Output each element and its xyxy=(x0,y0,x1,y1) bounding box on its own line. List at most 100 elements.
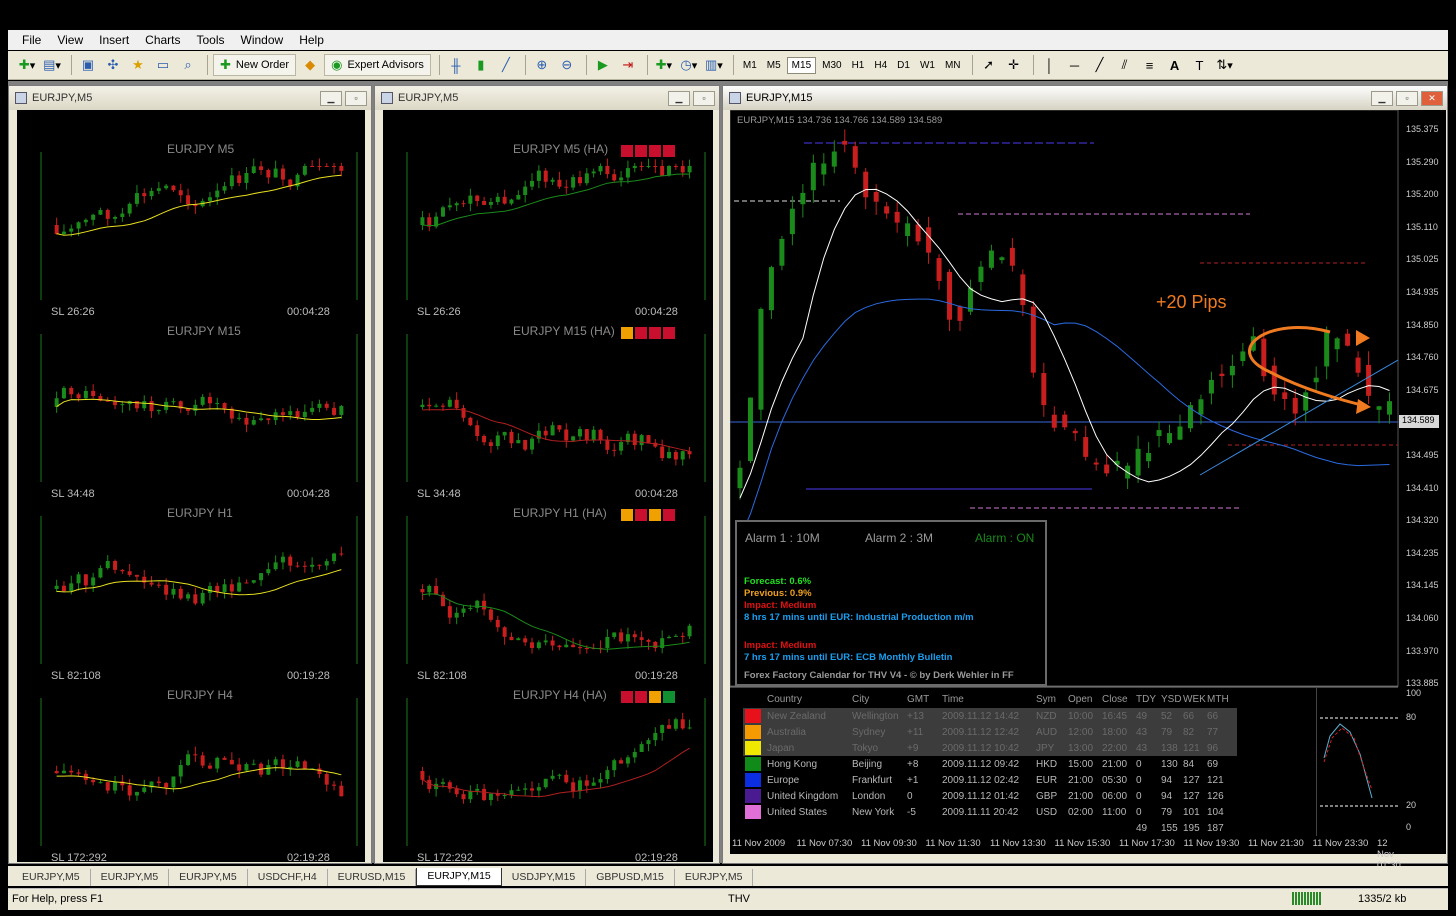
multi-timeframe-chart[interactable]: EURJPY M5 SL 26:26 00:04:28 EURJPY M15 SL 34… xyxy=(17,110,365,862)
candle xyxy=(317,403,322,408)
market-watch-icon[interactable]: ▣ xyxy=(77,54,99,76)
restore-button[interactable]: ▫ xyxy=(1396,90,1418,106)
menu-window[interactable]: Window xyxy=(233,33,292,47)
candle xyxy=(516,789,521,791)
stochastic-signal xyxy=(1323,727,1373,791)
candle xyxy=(660,446,665,459)
zoom-in-icon[interactable]: ⊕ xyxy=(531,54,553,76)
candle xyxy=(577,177,582,184)
indicators-icon[interactable]: ✚ ▾ xyxy=(653,54,675,76)
channel-icon[interactable]: ⫽ xyxy=(1114,54,1136,76)
tf-m1[interactable]: M1 xyxy=(739,58,761,73)
candle xyxy=(332,553,337,562)
autoscroll-icon[interactable]: ▶ xyxy=(592,54,614,76)
cursor-icon[interactable]: ➚ xyxy=(978,54,1000,76)
candle xyxy=(447,205,452,208)
arrows-icon[interactable]: ⇅ ▾ xyxy=(1214,54,1236,76)
terminal-icon[interactable]: ▭ xyxy=(152,54,174,76)
expert-advisors-button[interactable]: ◉ Expert Advisors xyxy=(324,54,431,76)
templates-icon[interactable]: ▥ ▾ xyxy=(703,54,725,76)
candle xyxy=(280,556,285,563)
tf-w1[interactable]: W1 xyxy=(916,58,939,73)
horizontal-line-icon[interactable]: ─ xyxy=(1064,54,1086,76)
menu-view[interactable]: View xyxy=(49,33,91,47)
candle xyxy=(957,306,963,321)
candle xyxy=(1062,414,1068,428)
chart-shift-icon[interactable]: ⇥ xyxy=(617,54,639,76)
tf-h1[interactable]: H1 xyxy=(848,58,869,73)
crosshair-icon[interactable]: ✛ xyxy=(1003,54,1025,76)
metaeditor-icon[interactable]: ◆ xyxy=(299,54,321,76)
table-cell: Tokyo xyxy=(852,743,879,754)
window-titlebar[interactable]: EURJPY,M5 ▁ ▫ xyxy=(375,86,719,110)
heiken-ashi-chart[interactable]: EURJPY M5 (HA) SL 26:26 00:04:28 EURJPY M15… xyxy=(383,110,713,862)
window-titlebar[interactable]: EURJPY,M5 ▁ ▫ xyxy=(9,86,371,110)
tf-m5[interactable]: M5 xyxy=(763,58,785,73)
vertical-line-icon[interactable]: │ xyxy=(1039,54,1061,76)
chart-tab[interactable]: USDJPY,M15 xyxy=(502,869,587,886)
candle xyxy=(646,639,651,642)
menu-file[interactable]: File xyxy=(14,33,49,47)
minimize-button[interactable]: ▁ xyxy=(1371,90,1393,106)
candle xyxy=(339,785,344,797)
candle xyxy=(482,600,487,610)
trendline-icon[interactable]: ╱ xyxy=(1089,54,1111,76)
favorites-icon[interactable]: ★ xyxy=(127,54,149,76)
chart-tab[interactable]: EURJPY,M5 xyxy=(12,869,91,886)
time-tick: 11 Nov 23:30 xyxy=(1312,838,1369,849)
candle xyxy=(193,594,198,604)
candle xyxy=(420,771,425,780)
menu-charts[interactable]: Charts xyxy=(137,33,188,47)
minimize-button[interactable]: ▁ xyxy=(668,90,690,106)
restore-button[interactable]: ▫ xyxy=(345,90,367,106)
text-icon[interactable]: A xyxy=(1164,54,1186,76)
candle xyxy=(516,440,521,444)
window-title: EURJPY,M5 xyxy=(32,92,93,104)
candle xyxy=(488,609,493,620)
tf-d1[interactable]: D1 xyxy=(893,58,914,73)
tf-mn[interactable]: MN xyxy=(941,58,965,73)
candle xyxy=(324,403,329,408)
traffic-text: 1335/2 kb xyxy=(1358,893,1407,905)
new-order-button[interactable]: ✚ New Order xyxy=(213,54,297,76)
chart-tab[interactable]: EURUSD,M15 xyxy=(328,869,417,886)
minimize-button[interactable]: ▁ xyxy=(320,90,342,106)
chart-tab[interactable]: GBPUSD,M15 xyxy=(586,869,675,886)
periods-icon[interactable]: ◷ ▾ xyxy=(678,54,700,76)
candle xyxy=(447,606,452,618)
chart-tab[interactable]: EURJPY,M5 xyxy=(169,869,248,886)
new-chart-icon[interactable]: ✚ ▾ xyxy=(16,54,38,76)
candle xyxy=(978,266,984,282)
profiles-icon[interactable]: ▤ ▾ xyxy=(41,54,63,76)
chart-tab[interactable]: EURJPY,M5 xyxy=(91,869,170,886)
table-cell: 11:00 xyxy=(1102,807,1127,818)
candle xyxy=(612,632,617,637)
menu-insert[interactable]: Insert xyxy=(91,33,137,47)
tf-m30[interactable]: M30 xyxy=(818,58,845,73)
candle xyxy=(1072,430,1078,434)
menu-tools[interactable]: Tools xyxy=(189,33,233,47)
fibonacci-icon[interactable]: ≡ xyxy=(1139,54,1161,76)
chart-window-2[interactable]: EURJPY,M5 ▁ ▫ EURJPY M5 (HA) SL 26:26 00:04… xyxy=(374,85,720,864)
tf-h4[interactable]: H4 xyxy=(870,58,891,73)
close-button[interactable]: ✕ xyxy=(1421,90,1443,106)
chart-window-1[interactable]: EURJPY,M5 ▁ ▫ EURJPY M5 SL 26:26 00:04:28 EU… xyxy=(8,85,372,864)
chart-tab[interactable]: EURJPY,M5 xyxy=(675,869,754,886)
text-label-icon[interactable]: T xyxy=(1189,54,1211,76)
menu-help[interactable]: Help xyxy=(291,33,332,47)
line-chart-icon[interactable]: ╱ xyxy=(495,54,517,76)
restore-button[interactable]: ▫ xyxy=(693,90,715,106)
tester-icon[interactable]: ⌕ xyxy=(177,54,199,76)
candle xyxy=(1303,392,1309,411)
tf-m15[interactable]: M15 xyxy=(786,56,817,74)
chart-tab[interactable]: EURJPY,M15 xyxy=(416,868,502,886)
navigator-icon[interactable]: ✣ xyxy=(102,54,124,76)
zoom-out-icon[interactable]: ⊖ xyxy=(556,54,578,76)
candle xyxy=(667,452,672,459)
candle xyxy=(842,140,848,145)
bar-chart-icon[interactable]: ╫ xyxy=(445,54,467,76)
candle xyxy=(1156,430,1162,436)
candlestick-icon[interactable]: ▮ xyxy=(470,54,492,76)
window-titlebar[interactable]: EURJPY,M15 ▁ ▫ ✕ xyxy=(723,86,1447,110)
chart-tab[interactable]: USDCHF,H4 xyxy=(248,869,328,886)
